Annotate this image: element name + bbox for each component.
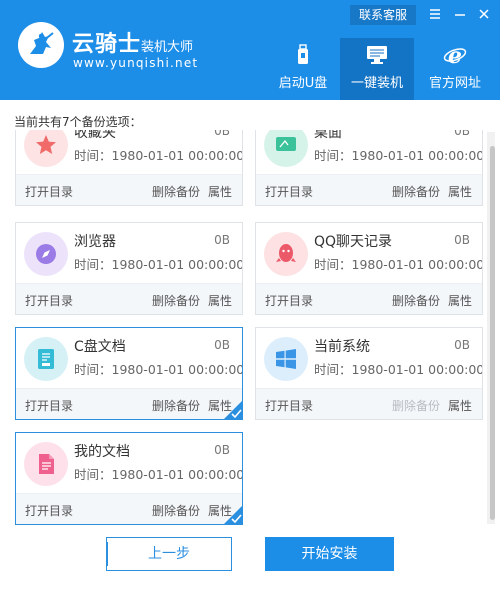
properties-button[interactable]: 属性 xyxy=(448,183,472,200)
delete-backup-button[interactable]: 删除备份 xyxy=(152,502,200,519)
previous-step-label: 上一步 xyxy=(148,546,190,562)
my-docs-icon xyxy=(24,442,68,486)
card-action-bar: 打开目录 删除备份 属性 xyxy=(256,388,482,419)
backup-card-current-system[interactable]: 当前系统 0B 时间：1980-01-01 00:00:00 打开目录 删除备份… xyxy=(255,327,483,420)
delete-backup-button[interactable]: 删除备份 xyxy=(392,292,440,309)
favorites-star-icon xyxy=(24,130,68,167)
tab-boot-usb-label: 启动U盘 xyxy=(278,76,328,91)
backup-name: 我的文档 xyxy=(74,444,130,460)
brand-url: www.yunqishi.net xyxy=(73,56,199,70)
properties-button[interactable]: 属性 xyxy=(208,183,232,200)
properties-button[interactable]: 属性 xyxy=(448,292,472,309)
backup-size: 0B xyxy=(214,233,230,247)
monitor-icon xyxy=(365,44,389,66)
backup-name: 浏览器 xyxy=(74,234,116,250)
c-drive-doc-icon xyxy=(24,337,68,381)
backup-size: 0B xyxy=(214,130,230,138)
backup-size: 0B xyxy=(454,130,470,138)
compass-icon xyxy=(24,232,68,276)
close-icon[interactable] xyxy=(476,6,492,22)
backup-time: 时间：1980-01-01 00:00:00 xyxy=(314,257,483,272)
backup-list: 收藏夹 0B 时间：1980-01-01 00:00:00 打开目录 删除备份 … xyxy=(0,130,500,528)
app-header: 云骑士装机大师 www.yunqishi.net 联系客服 启动U盘 一键装机 … xyxy=(0,0,500,100)
backup-size: 0B xyxy=(214,443,230,457)
properties-button[interactable]: 属性 xyxy=(448,397,472,414)
open-directory-button[interactable]: 打开目录 xyxy=(265,397,313,414)
delete-backup-button[interactable]: 删除备份 xyxy=(152,183,200,200)
backup-card-desktop[interactable]: 桌面 0B 时间：1980-01-01 00:00:00 打开目录 删除备份 属… xyxy=(255,130,483,206)
menu-icon[interactable] xyxy=(427,6,443,22)
backup-name: C盘文档 xyxy=(74,339,126,355)
backup-time: 时间：1980-01-01 00:00:00 xyxy=(314,362,483,377)
backup-time: 时间：1980-01-01 00:00:00 xyxy=(74,467,243,482)
desktop-icon xyxy=(264,130,308,167)
open-directory-button[interactable]: 打开目录 xyxy=(25,502,73,519)
delete-backup-button[interactable]: 删除备份 xyxy=(152,397,200,414)
backup-name: QQ聊天记录 xyxy=(314,234,393,250)
knight-logo-icon xyxy=(18,22,64,68)
delete-backup-button[interactable]: 删除备份 xyxy=(392,183,440,200)
scrollbar-thumb[interactable] xyxy=(490,146,495,520)
brand-title: 云骑士装机大师 xyxy=(72,32,194,57)
delete-backup-button-disabled: 删除备份 xyxy=(392,399,441,413)
tab-official-site[interactable]: e 官方网址 xyxy=(418,38,492,100)
delete-backup-button[interactable]: 删除备份 xyxy=(152,292,200,309)
card-action-bar: 打开目录 删除备份 属性 xyxy=(16,493,242,524)
properties-button[interactable]: 属性 xyxy=(208,292,232,309)
tab-official-site-label: 官方网址 xyxy=(428,76,481,91)
backup-time: 时间：1980-01-01 00:00:00 xyxy=(74,148,243,163)
open-directory-button[interactable]: 打开目录 xyxy=(265,292,313,309)
backup-name: 收藏夹 xyxy=(74,130,116,141)
card-action-bar: 打开目录 删除备份 属性 xyxy=(16,283,242,314)
previous-step-button[interactable]: 上一步 xyxy=(106,537,232,571)
card-action-bar: 打开目录 删除备份 属性 xyxy=(16,388,242,419)
qq-penguin-icon xyxy=(264,232,308,276)
contact-service-button[interactable]: 联系客服 xyxy=(350,5,416,25)
backup-card-favorites[interactable]: 收藏夹 0B 时间：1980-01-01 00:00:00 打开目录 删除备份 … xyxy=(15,130,243,206)
backup-name: 桌面 xyxy=(314,130,342,141)
backup-time: 时间：1980-01-01 00:00:00 xyxy=(74,257,243,272)
open-directory-button[interactable]: 打开目录 xyxy=(265,183,313,200)
open-directory-button[interactable]: 打开目录 xyxy=(25,292,73,309)
tab-one-key-install-label: 一键装机 xyxy=(350,76,403,91)
backup-count-summary: 当前共有7个备份选项： xyxy=(14,115,142,129)
backup-card-qq-chat[interactable]: QQ聊天记录 0B 时间：1980-01-01 00:00:00 打开目录 删除… xyxy=(255,222,483,315)
card-action-bar: 打开目录 删除备份 属性 xyxy=(256,174,482,205)
backup-size: 0B xyxy=(214,338,230,352)
selected-check-icon xyxy=(223,505,242,524)
card-action-bar: 打开目录 删除备份 属性 xyxy=(16,174,242,205)
backup-size: 0B xyxy=(454,338,470,352)
open-directory-button[interactable]: 打开目录 xyxy=(25,397,73,414)
minimize-icon[interactable] xyxy=(452,6,468,22)
start-install-button[interactable]: 开始安装 xyxy=(265,537,394,571)
backup-card-browser[interactable]: 浏览器 0B 时间：1980-01-01 00:00:00 打开目录 删除备份 … xyxy=(15,222,243,315)
windows-icon xyxy=(264,337,308,381)
ie-browser-icon: e xyxy=(443,43,467,69)
backup-card-my-docs[interactable]: 我的文档 0B 时间：1980-01-01 00:00:00 打开目录 删除备份… xyxy=(15,432,243,525)
focus-marker xyxy=(106,542,108,566)
backup-size: 0B xyxy=(454,233,470,247)
tab-one-key-install[interactable]: 一键装机 xyxy=(340,38,414,100)
svg-text:e: e xyxy=(448,44,462,66)
backup-card-c-drive-docs[interactable]: C盘文档 0B 时间：1980-01-01 00:00:00 打开目录 删除备份… xyxy=(15,327,243,420)
backup-time: 时间：1980-01-01 00:00:00 xyxy=(314,148,483,163)
usb-icon xyxy=(291,44,315,66)
backup-name: 当前系统 xyxy=(314,339,370,355)
open-directory-button[interactable]: 打开目录 xyxy=(25,183,73,200)
card-action-bar: 打开目录 删除备份 属性 xyxy=(256,283,482,314)
backup-time: 时间：1980-01-01 00:00:00 xyxy=(74,362,243,377)
tab-boot-usb[interactable]: 启动U盘 xyxy=(266,38,340,100)
selected-check-icon xyxy=(223,400,242,419)
